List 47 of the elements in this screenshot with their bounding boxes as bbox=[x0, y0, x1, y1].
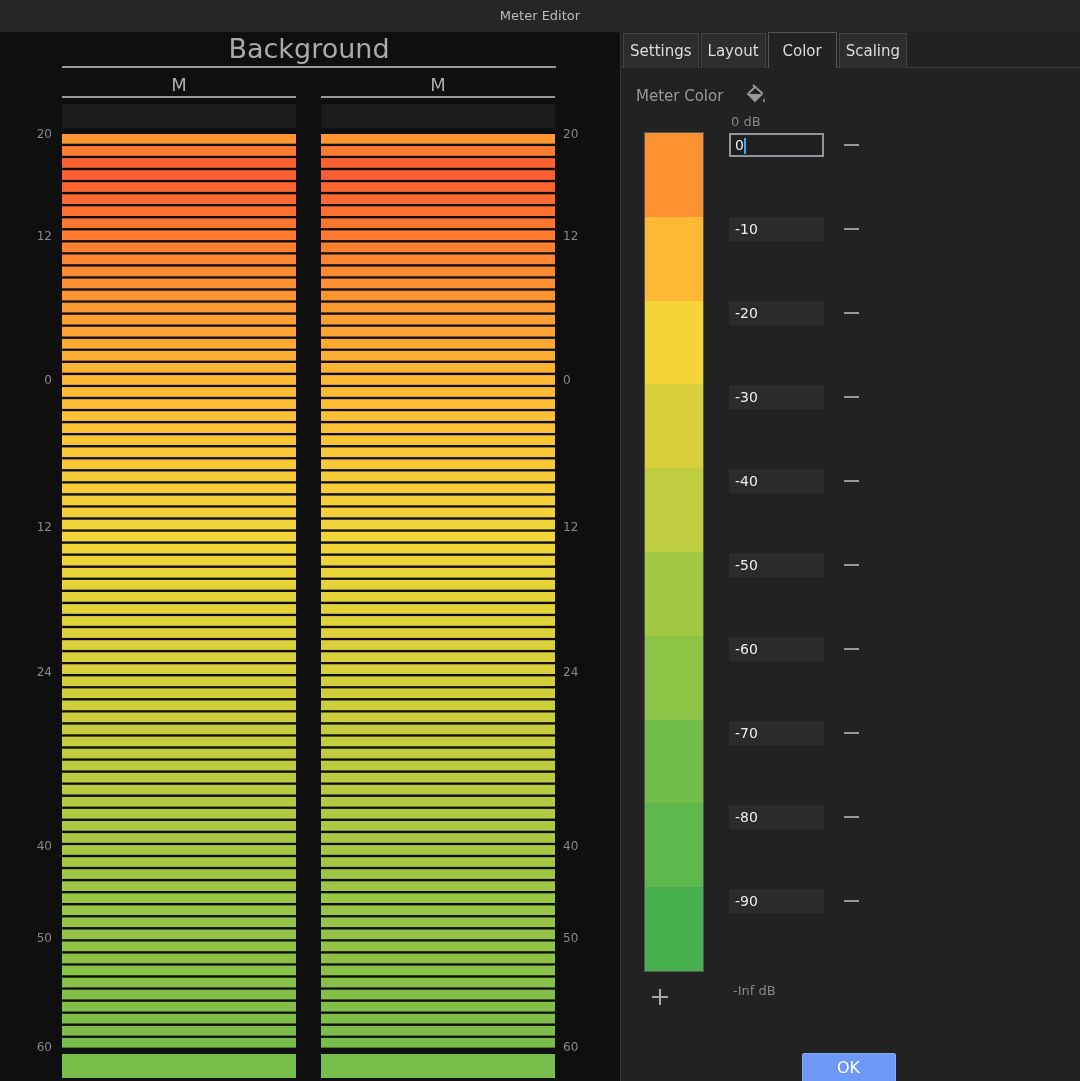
stop-input-field[interactable]: -50 bbox=[729, 553, 824, 577]
scale-label: 50 bbox=[563, 931, 579, 945]
db-label: 0 dB bbox=[731, 115, 761, 129]
color-segment[interactable] bbox=[645, 384, 703, 469]
scale-label: 60 bbox=[563, 1040, 579, 1054]
stop-input-field[interactable]: -60 bbox=[729, 637, 824, 661]
stop-input-field[interactable]: -30 bbox=[729, 385, 824, 409]
stop-input-field[interactable]: -40 bbox=[729, 469, 824, 493]
scale-label: 0 bbox=[563, 373, 571, 387]
channel-label: M bbox=[62, 74, 296, 98]
scale-label: 24 bbox=[563, 665, 579, 679]
scale-label: 12 bbox=[563, 520, 579, 534]
scale-label: 12 bbox=[36, 229, 52, 243]
stop-input-field[interactable]: -80 bbox=[729, 805, 824, 829]
tab[interactable]: Color bbox=[767, 32, 837, 68]
scale-label: 50 bbox=[36, 931, 52, 945]
scale-label: 20 bbox=[36, 127, 52, 141]
color-segment[interactable] bbox=[645, 468, 703, 552]
tab[interactable]: Settings bbox=[623, 33, 699, 68]
color-segment[interactable] bbox=[645, 803, 703, 888]
scale-label: 12 bbox=[563, 229, 579, 243]
stop-input-field[interactable]: -20 bbox=[729, 301, 824, 325]
window-title: Meter Editor bbox=[499, 7, 581, 26]
meter-color-label: Meter Color bbox=[636, 85, 724, 107]
tab[interactable]: Scaling bbox=[838, 33, 908, 68]
scale-label: 60 bbox=[36, 1040, 52, 1054]
stop-input-field[interactable]: -70 bbox=[729, 721, 824, 745]
tab[interactable]: Layout bbox=[700, 33, 766, 68]
scale-label: 24 bbox=[36, 665, 52, 679]
color-segment[interactable] bbox=[645, 133, 703, 217]
scale-label: 20 bbox=[563, 127, 579, 141]
channel-label: M bbox=[321, 74, 555, 98]
db-label: -Inf dB bbox=[733, 984, 777, 998]
color-segment[interactable] bbox=[645, 887, 703, 971]
stop-input-field[interactable]: 0 bbox=[729, 133, 824, 157]
color-segment[interactable] bbox=[645, 216, 703, 301]
color-segment[interactable] bbox=[645, 635, 703, 720]
scale-label: 0 bbox=[44, 373, 52, 387]
scale-label: 12 bbox=[36, 520, 52, 534]
color-segment[interactable] bbox=[645, 300, 703, 385]
meter-title: Background bbox=[62, 32, 556, 68]
color-segment[interactable] bbox=[645, 552, 703, 636]
color-segment[interactable] bbox=[645, 719, 703, 804]
scale-label: 40 bbox=[36, 839, 52, 853]
stop-input-field[interactable]: -90 bbox=[729, 889, 824, 913]
stop-input-field[interactable]: -10 bbox=[729, 217, 824, 241]
scale-label: 40 bbox=[563, 839, 579, 853]
